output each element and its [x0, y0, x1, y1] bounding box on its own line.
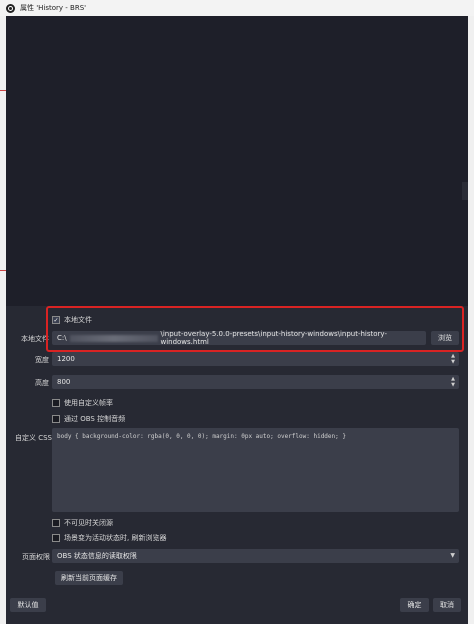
local-file-checkbox-row[interactable]: ✓ 本地文件 [52, 315, 92, 325]
obs-app-icon [6, 3, 15, 13]
custom-fps-label: 使用自定义帧率 [64, 399, 113, 407]
local-file-checkbox[interactable]: ✓ [52, 316, 60, 324]
shutdown-hidden-label: 不可见时关闭源 [64, 519, 113, 527]
window-right-edge [468, 16, 474, 624]
source-preview [6, 16, 468, 306]
chevron-down-icon[interactable]: ▼ [451, 382, 455, 388]
local-file-label: 本地文件 [21, 335, 49, 343]
local-file-checkbox-label: 本地文件 [64, 316, 92, 324]
refresh-active-checkbox[interactable] [52, 534, 60, 542]
height-spinbox[interactable]: 800 ▲ ▼ [52, 375, 459, 389]
custom-css-textarea[interactable]: body { background-color: rgba(0, 0, 0, 0… [52, 428, 459, 512]
obs-audio-label: 通过 OBS 控制音频 [64, 415, 126, 423]
refresh-cache-button[interactable]: 刷新当前页面缓存 [55, 571, 123, 585]
width-label: 宽度 [35, 356, 49, 364]
refresh-active-label: 场景变为活动状态时, 刷新浏览器 [64, 534, 167, 542]
shutdown-hidden-checkbox[interactable] [52, 519, 60, 527]
chevron-down-icon[interactable]: ▼ [451, 359, 455, 365]
page-permissions-select[interactable]: OBS 状态信息的读取权限 ▼ [52, 549, 459, 563]
height-value: 800 [57, 378, 71, 386]
ok-button[interactable]: 确定 [400, 598, 429, 612]
custom-fps-row[interactable]: 使用自定义帧率 [52, 398, 113, 408]
height-label: 高度 [35, 379, 49, 387]
custom-fps-checkbox[interactable] [52, 399, 60, 407]
page-permissions-label: 页面权限 [22, 553, 50, 561]
obs-audio-checkbox[interactable] [52, 415, 60, 423]
window-title: 属性 'History - BRS' [20, 4, 87, 12]
page-permissions-value: OBS 状态信息的读取权限 [57, 552, 137, 560]
cancel-button[interactable]: 取消 [433, 598, 461, 612]
path-suffix: \input-overlay-5.0.0-presets\input-histo… [160, 330, 387, 346]
path-prefix: C:\ [57, 334, 67, 342]
height-spin-arrows[interactable]: ▲ ▼ [451, 376, 455, 388]
custom-css-label: 自定义 CSS [15, 434, 52, 442]
redacted-path-segment [69, 334, 159, 342]
chevron-down-icon[interactable]: ▼ [450, 552, 455, 559]
width-spin-arrows[interactable]: ▲ ▼ [451, 353, 455, 365]
width-spinbox[interactable]: 1200 ▲ ▼ [52, 352, 459, 366]
shutdown-hidden-row[interactable]: 不可见时关闭源 [52, 518, 113, 528]
refresh-active-row[interactable]: 场景变为活动状态时, 刷新浏览器 [52, 533, 166, 543]
obs-audio-row[interactable]: 通过 OBS 控制音频 [52, 414, 125, 424]
local-file-path-input[interactable]: C:\ \input-overlay-5.0.0-presets\input-h… [52, 330, 426, 346]
dialog-footer [6, 596, 468, 624]
window-titlebar: 属性 'History - BRS' [0, 0, 474, 16]
defaults-button[interactable]: 默认值 [10, 598, 46, 612]
scrollbar-thumb[interactable] [462, 182, 468, 200]
browse-button[interactable]: 浏览 [431, 331, 459, 345]
width-value: 1200 [57, 355, 75, 363]
